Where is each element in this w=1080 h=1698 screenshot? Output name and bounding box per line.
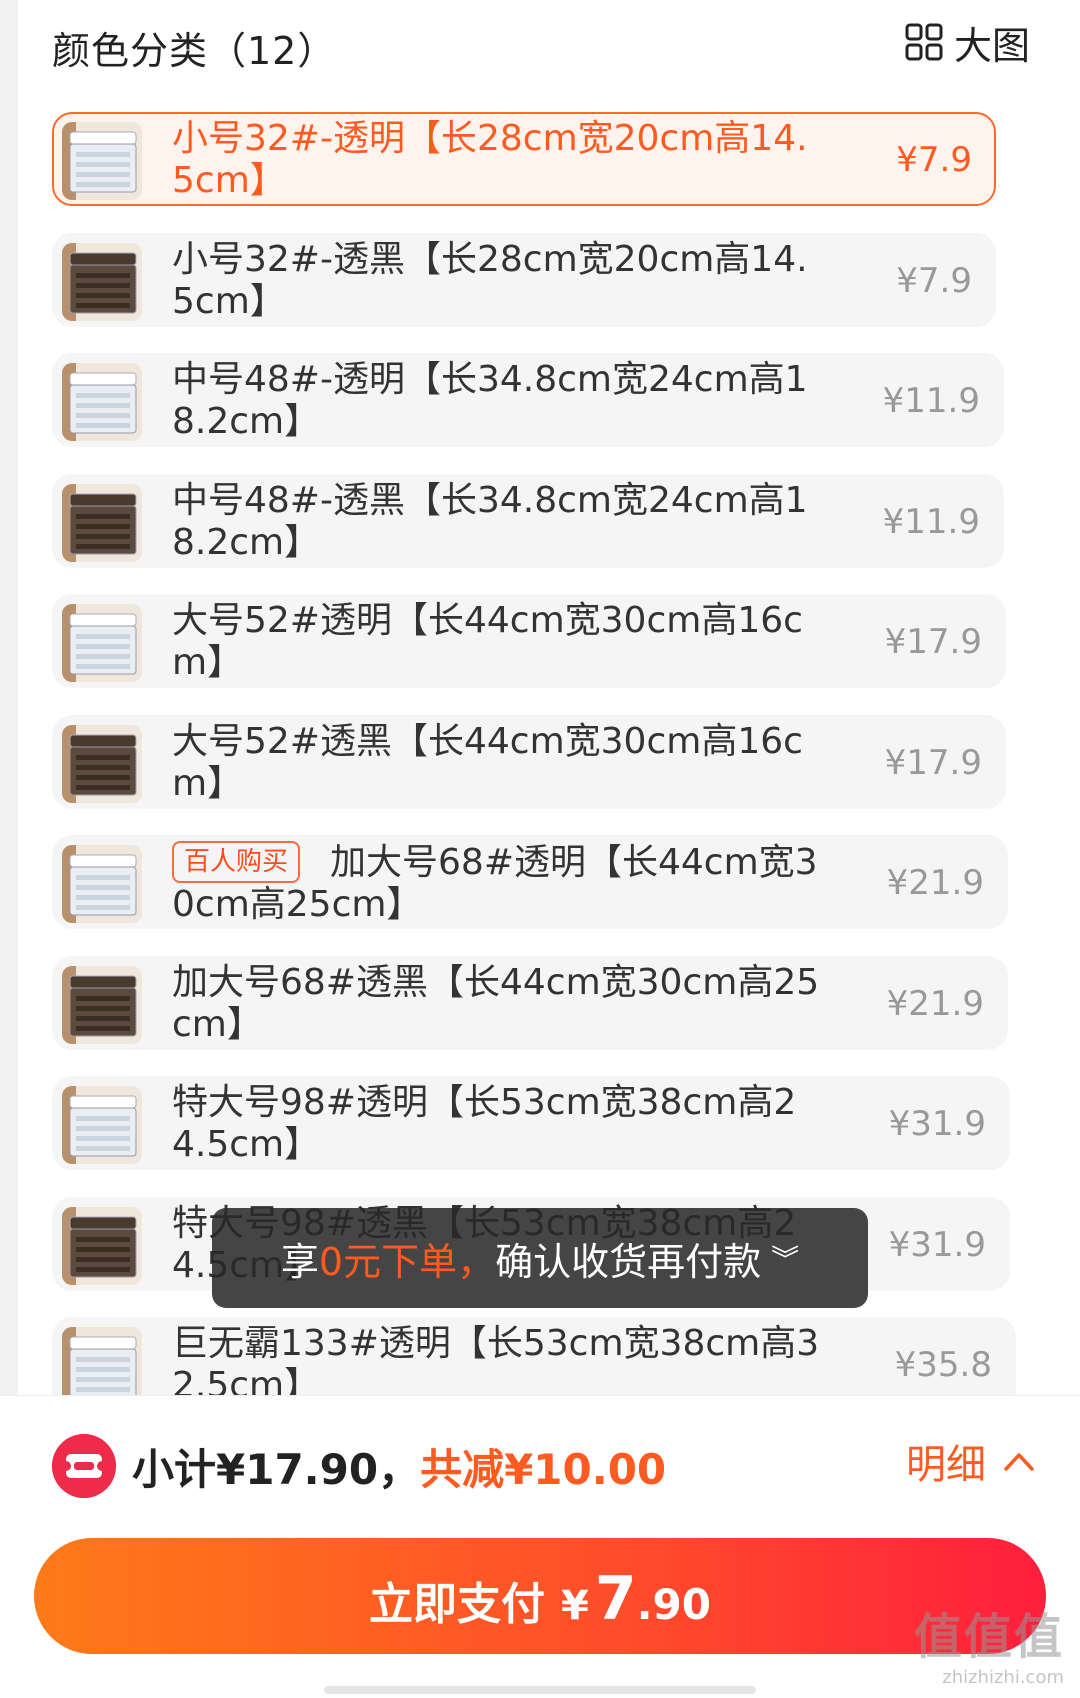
sku-option-list[interactable]: 小号32#-透明【长28cm宽20cm高14.5cm】 ¥7.9 小号32#-透黑【… [0, 0, 1080, 1395]
large-view-toggle[interactable]: 大图 [904, 18, 1030, 68]
sku-option-name: 百人购买 加大号68#透明【长44cm宽30cm高25cm】 [172, 841, 822, 926]
sku-option-label: 中号48#-透明【长34.8cm宽24cm高18.2cm】 [172, 359, 808, 442]
storage-box-thumbnail [62, 1086, 142, 1164]
sku-option-name: 中号48#-透明【长34.8cm宽24cm高18.2cm】 [172, 359, 822, 443]
watermark-domain: zhizhizhi.com [942, 1667, 1064, 1688]
sheet-header: 颜色分类（12） 大图 [52, 14, 1042, 74]
price-detail-toggle[interactable]: 明细 [906, 1432, 1034, 1490]
coupon-icon [52, 1434, 116, 1498]
sku-option[interactable]: 大号52#透黑【长44cm宽30cm高16cm】 ¥17.9 [52, 714, 1006, 809]
zero-down-toast[interactable]: 享 0元下单， 确认收货再付款 ︾ [212, 1208, 868, 1308]
sku-option-name: 大号52#透黑【长44cm宽30cm高16cm】 [172, 721, 822, 805]
large-view-label: 大图 [953, 23, 1030, 68]
sku-option-price: ¥21.9 [886, 983, 984, 1024]
detail-label: 明细 [906, 1442, 986, 1488]
toast-highlight: 0元下单， [318, 1239, 496, 1284]
popular-badge: 百人购买 [172, 841, 301, 883]
storage-box-thumbnail [62, 122, 142, 200]
grid-icon [905, 23, 943, 61]
sku-option-name: 加大号68#透黑【长44cm宽30cm高25cm】 [172, 962, 822, 1046]
storage-box-thumbnail [62, 363, 142, 441]
storage-box-thumbnail [62, 965, 142, 1044]
pay-currency: ¥ [561, 1583, 589, 1629]
sku-option-price: ¥21.9 [886, 863, 984, 903]
sku-option-name: 中号48#-透黑【长34.8cm宽24cm高18.2cm】 [172, 480, 822, 564]
sku-option[interactable]: 加大号68#透黑【长44cm宽30cm高25cm】 ¥21.9 [52, 955, 1008, 1050]
checkout-footer: 小计¥17.90，共减¥10.00 明细 立即支付 ¥ 7 .90 值值值 zh… [0, 1395, 1080, 1698]
sku-option[interactable]: 特大号98#透明【长53cm宽38cm高24.5cm】 ¥31.9 [52, 1076, 1010, 1170]
storage-box-thumbnail [62, 724, 142, 803]
pay-amount-decimal: .90 [636, 1580, 711, 1629]
sku-option-label: 大号52#透黑【长44cm宽30cm高16cm】 [172, 720, 803, 804]
price-summary: 小计¥17.90，共减¥10.00 [132, 1436, 666, 1497]
storage-box-thumbnail [62, 845, 142, 923]
sku-option-price: ¥7.9 [896, 260, 972, 301]
sku-option-price: ¥31.9 [888, 1104, 986, 1144]
total-saving: 共减¥10.00 [420, 1445, 667, 1494]
sku-option[interactable]: 百人购买 加大号68#透明【长44cm宽30cm高25cm】 ¥21.9 [52, 835, 1008, 929]
sku-option-name: 小号32#-透黑【长28cm宽20cm高14.5cm】 [172, 239, 822, 323]
toast-prefix: 享 [280, 1239, 319, 1284]
sku-option[interactable]: 中号48#-透明【长34.8cm宽24cm高18.2cm】 ¥11.9 [52, 353, 1004, 447]
chevron-up-icon [1004, 1453, 1034, 1471]
sku-option-price: ¥11.9 [882, 501, 980, 542]
pay-label: 立即支付 [369, 1579, 545, 1630]
pay-now-button[interactable]: 立即支付 ¥ 7 .90 [34, 1538, 1046, 1654]
pay-amount-integer: 7 [594, 1564, 637, 1634]
watermark-logo: 值值值 [913, 1609, 1064, 1665]
sku-option-name: 大号52#透明【长44cm宽30cm高16cm】 [172, 600, 822, 684]
sku-option-price: ¥7.9 [896, 140, 972, 180]
site-watermark: 值值值 zhizhizhi.com [914, 1597, 1064, 1688]
sku-option-label: 特大号98#透明【长53cm宽38cm高24.5cm】 [172, 1082, 797, 1165]
sku-option[interactable]: 巨无霸133#透明【长53cm宽38cm高32.5cm】 ¥35.8 [52, 1317, 1016, 1395]
sku-option[interactable]: 小号32#-透明【长28cm宽20cm高14.5cm】 ¥7.9 [52, 112, 996, 206]
sku-option[interactable]: 中号48#-透黑【长34.8cm宽24cm高18.2cm】 ¥11.9 [52, 473, 1004, 568]
storage-box-thumbnail [62, 242, 142, 321]
sku-option-name: 小号32#-透明【长28cm宽20cm高14.5cm】 [172, 118, 822, 202]
sku-option-price: ¥17.9 [884, 742, 982, 783]
storage-box-thumbnail [62, 1206, 142, 1285]
sku-option-label: 中号48#-透黑【长34.8cm宽24cm高18.2cm】 [172, 479, 808, 563]
sku-option-price: ¥35.8 [894, 1345, 992, 1385]
sku-option[interactable]: 大号52#透明【长44cm宽30cm高16cm】 ¥17.9 [52, 594, 1006, 688]
sku-option-label: 加大号68#透黑【长44cm宽30cm高25cm】 [172, 961, 820, 1045]
sku-option-price: ¥17.9 [884, 622, 982, 662]
sku-option-price: ¥11.9 [882, 381, 980, 421]
toast-suffix: 确认收货再付款 [495, 1239, 762, 1284]
sku-option-label: 小号32#-透黑【长28cm宽20cm高14.5cm】 [172, 238, 808, 322]
sku-option-price: ¥31.9 [888, 1224, 986, 1265]
double-chevron-down-icon: ︾ [771, 1243, 800, 1276]
sku-option-name: 巨无霸133#透明【长53cm宽38cm高32.5cm】 [172, 1323, 822, 1395]
storage-box-thumbnail [62, 483, 142, 562]
home-indicator [324, 1686, 756, 1694]
sku-option-label: 小号32#-透明【长28cm宽20cm高14.5cm】 [172, 118, 808, 201]
section-title: 颜色分类（12） [52, 29, 337, 73]
sku-option-label: 大号52#透明【长44cm宽30cm高16cm】 [172, 600, 803, 683]
subtotal: 小计¥17.90， [132, 1445, 421, 1494]
sku-option-label: 巨无霸133#透明【长53cm宽38cm高32.5cm】 [172, 1323, 820, 1395]
storage-box-thumbnail [62, 604, 142, 682]
storage-box-thumbnail [62, 1327, 142, 1395]
sku-option[interactable]: 小号32#-透黑【长28cm宽20cm高14.5cm】 ¥7.9 [52, 232, 996, 327]
sku-option-name: 特大号98#透明【长53cm宽38cm高24.5cm】 [172, 1082, 822, 1166]
